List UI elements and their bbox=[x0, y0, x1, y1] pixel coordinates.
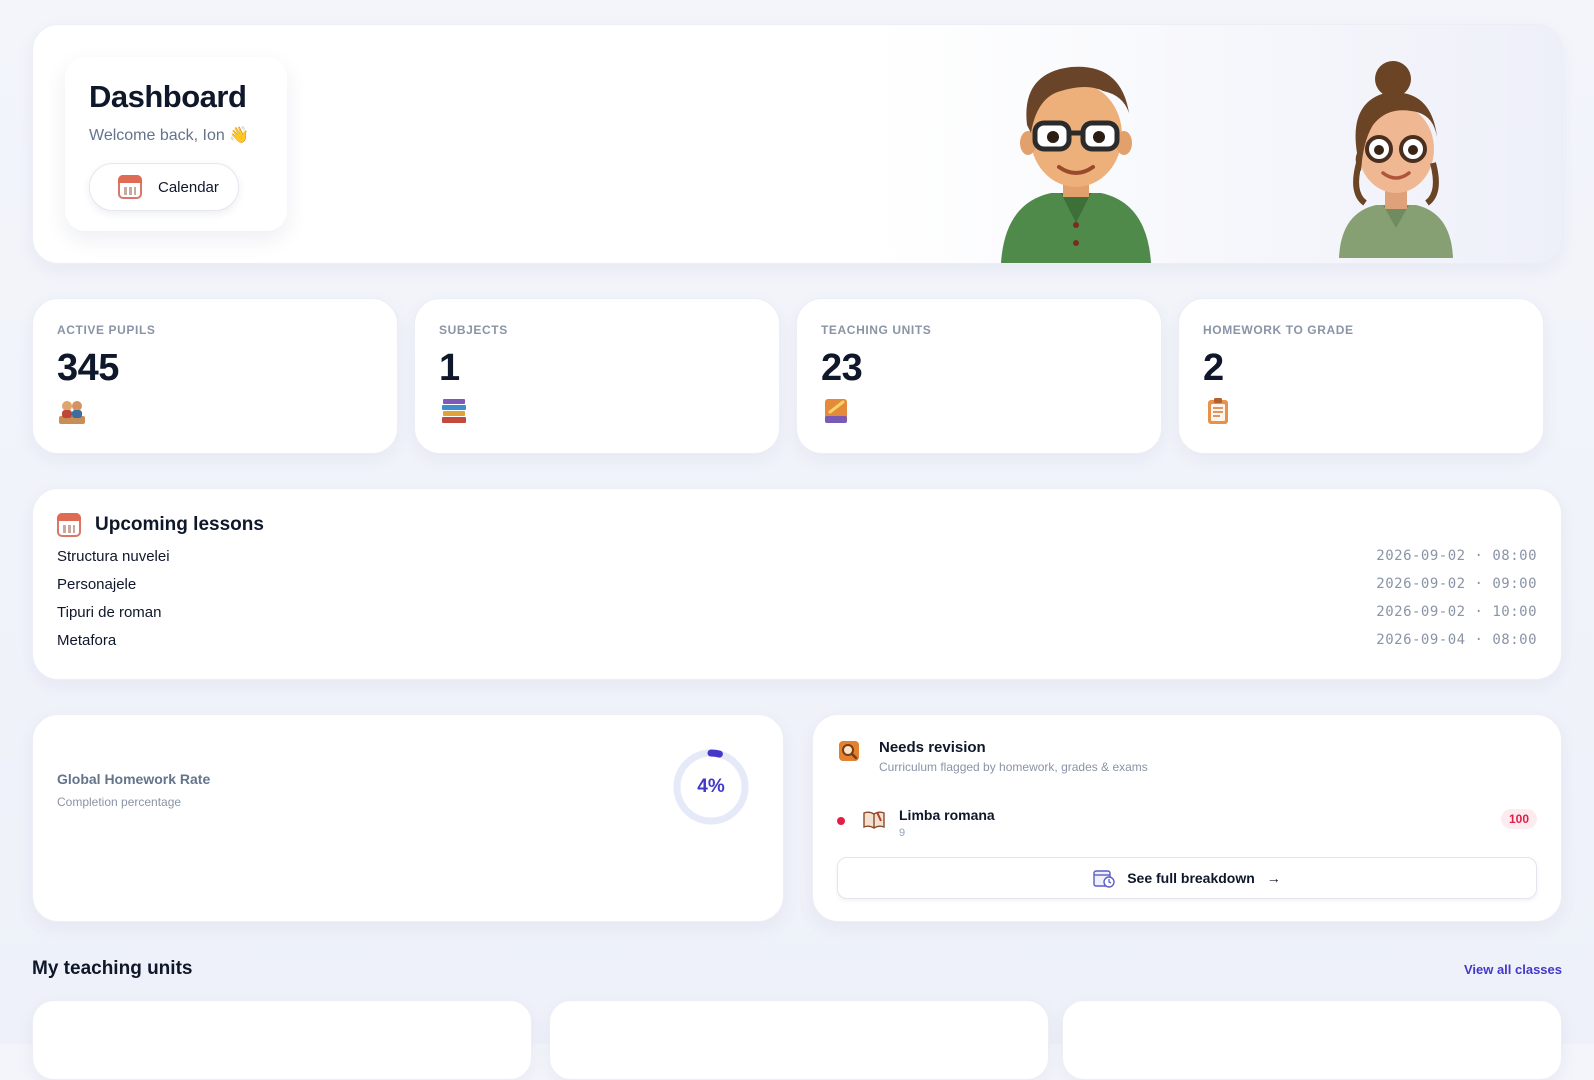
teacher-avatar-male bbox=[1001, 66, 1151, 263]
needs-revision-title: Needs revision bbox=[879, 739, 986, 756]
notebook-icon bbox=[825, 399, 847, 423]
magnifier-book-icon bbox=[839, 741, 859, 761]
teaching-units-title: My teaching units bbox=[32, 958, 193, 979]
lesson-name: Personajele bbox=[57, 576, 137, 593]
stat-label: ACTIVE PUPILS bbox=[57, 323, 156, 337]
stat-card-homework-to-grade: HOMEWORK TO GRADE 2 bbox=[1178, 298, 1544, 454]
clipboard-icon bbox=[1208, 398, 1228, 424]
lesson-row[interactable]: Structura nuvelei 2026-09-02 · 08:00 bbox=[57, 548, 1537, 565]
homework-rate-card: Global Homework Rate Completion percenta… bbox=[32, 714, 784, 922]
hero-banner: Dashboard Welcome back, Ion 👋 Calendar bbox=[32, 24, 1562, 264]
stat-card-subjects: SUBJECTS 1 bbox=[414, 298, 780, 454]
homework-rate-title: Global Homework Rate bbox=[57, 771, 211, 787]
stat-card-active-pupils: ACTIVE PUPILS 345 bbox=[32, 298, 398, 454]
calendar-chart-icon bbox=[1093, 870, 1115, 888]
revision-grade: 9 bbox=[899, 827, 906, 839]
stat-value: 1 bbox=[439, 347, 460, 389]
needs-revision-subtitle: Curriculum flagged by homework, grades &… bbox=[879, 760, 1148, 774]
stat-value: 345 bbox=[57, 347, 119, 389]
stat-label: HOMEWORK TO GRADE bbox=[1203, 323, 1354, 337]
stat-value: 2 bbox=[1203, 347, 1224, 389]
see-full-breakdown-button[interactable]: See full breakdown → bbox=[837, 857, 1537, 899]
calendar-icon bbox=[57, 513, 81, 537]
stat-label: SUBJECTS bbox=[439, 323, 508, 337]
welcome-panel: Dashboard Welcome back, Ion 👋 Calendar bbox=[65, 57, 287, 231]
lesson-row[interactable]: Metafora 2026-09-04 · 08:00 bbox=[57, 632, 1537, 649]
pupils-icon bbox=[59, 401, 85, 424]
books-icon bbox=[442, 399, 466, 423]
calendar-button[interactable]: Calendar bbox=[89, 163, 239, 211]
open-book-icon bbox=[863, 811, 885, 829]
section-title: Upcoming lessons bbox=[95, 514, 264, 535]
calendar-button-label: Calendar bbox=[158, 178, 219, 196]
lesson-time: 2026-09-02 · 09:00 bbox=[1376, 576, 1537, 592]
alert-dot bbox=[837, 817, 845, 825]
lesson-time: 2026-09-04 · 08:00 bbox=[1376, 632, 1537, 648]
lesson-name: Tipuri de roman bbox=[57, 604, 162, 621]
welcome-message: Welcome back, Ion 👋 bbox=[89, 127, 250, 144]
calendar-icon bbox=[118, 175, 142, 199]
teacher-avatar-female bbox=[1339, 61, 1453, 258]
revision-subject-name: Limba romana bbox=[899, 807, 995, 823]
lesson-time: 2026-09-02 · 08:00 bbox=[1376, 548, 1537, 564]
stat-card-teaching-units: TEACHING UNITS 23 bbox=[796, 298, 1162, 454]
revision-score-badge: 100 bbox=[1500, 809, 1537, 829]
stat-value: 23 bbox=[821, 347, 863, 389]
teaching-unit-card[interactable] bbox=[1062, 1000, 1562, 1080]
lesson-time: 2026-09-02 · 10:00 bbox=[1376, 604, 1537, 620]
arrow-right-icon: → bbox=[1266, 870, 1281, 886]
lesson-row[interactable]: Personajele 2026-09-02 · 09:00 bbox=[57, 576, 1537, 593]
upcoming-lessons-header: Upcoming lessons bbox=[57, 513, 1537, 537]
revision-item[interactable]: Limba romana 9 100 bbox=[837, 803, 1537, 843]
view-all-classes-link[interactable]: View all classes bbox=[1464, 962, 1562, 977]
page-title: Dashboard bbox=[89, 79, 247, 114]
see-full-breakdown-label: See full breakdown bbox=[1127, 870, 1255, 886]
lesson-row[interactable]: Tipuri de roman 2026-09-02 · 10:00 bbox=[57, 604, 1537, 621]
homework-rate-value: 4% bbox=[697, 776, 725, 797]
stat-label: TEACHING UNITS bbox=[821, 323, 932, 337]
teaching-unit-card[interactable] bbox=[549, 1000, 1049, 1080]
teaching-unit-card[interactable] bbox=[32, 1000, 532, 1080]
needs-revision-header: Needs revision Curriculum flagged by hom… bbox=[837, 739, 1537, 774]
lesson-name: Structura nuvelei bbox=[57, 548, 170, 565]
homework-rate-subtitle: Completion percentage bbox=[57, 795, 182, 809]
lesson-name: Metafora bbox=[57, 632, 117, 649]
upcoming-lessons-card: Upcoming lessons Structura nuvelei 2026-… bbox=[32, 488, 1562, 680]
needs-revision-card: Needs revision Curriculum flagged by hom… bbox=[812, 714, 1562, 922]
